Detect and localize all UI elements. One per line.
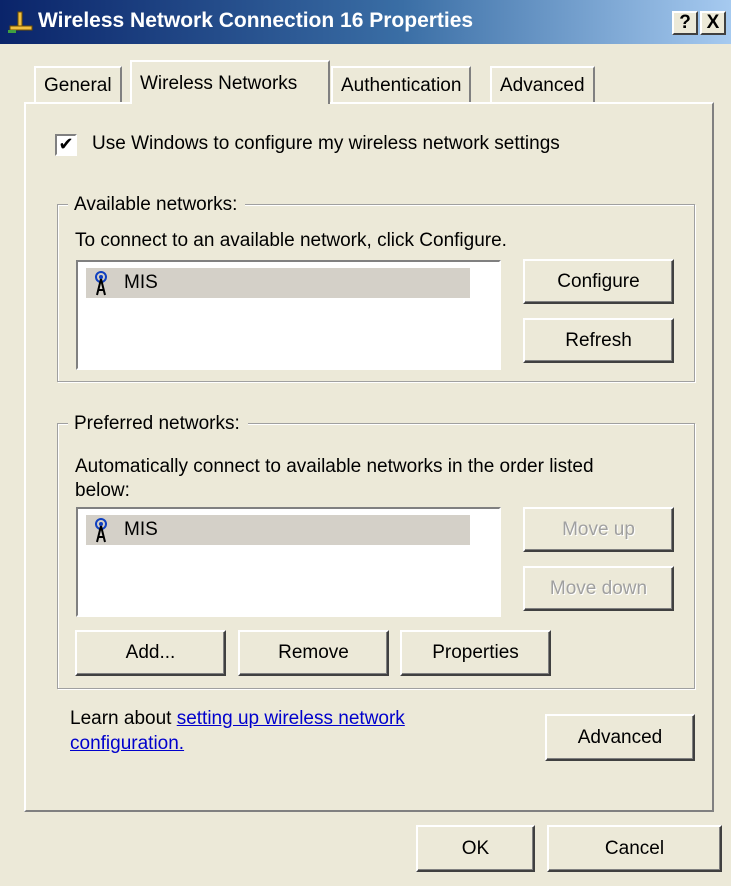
- available-networks-description: To connect to an available network, clic…: [75, 230, 507, 251]
- use-windows-checkbox[interactable]: ✔: [55, 134, 77, 156]
- window-title: Wireless Network Connection 16 Propertie…: [38, 9, 474, 32]
- remove-button[interactable]: Remove: [238, 630, 389, 676]
- use-windows-label[interactable]: Use Windows to configure my wireless net…: [92, 133, 560, 155]
- tab-authentication[interactable]: Authentication: [331, 66, 472, 102]
- learn-about-prefix: Learn about: [70, 708, 177, 729]
- refresh-button[interactable]: Refresh: [523, 318, 674, 363]
- advanced-button[interactable]: Advanced: [545, 714, 695, 761]
- tab-general[interactable]: General: [34, 66, 122, 102]
- learn-about-text: Learn about setting up wireless network …: [70, 706, 490, 756]
- move-up-button[interactable]: Move up: [523, 507, 674, 552]
- tab-advanced[interactable]: Advanced: [490, 66, 595, 102]
- close-button[interactable]: X: [700, 11, 726, 35]
- configure-button[interactable]: Configure: [523, 259, 674, 304]
- properties-button[interactable]: Properties: [400, 630, 551, 676]
- available-networks-legend: Available networks:: [68, 194, 246, 216]
- preferred-networks-description-2: below:: [75, 480, 130, 501]
- preferred-networks-description-1: Automatically connect to available netwo…: [75, 456, 594, 477]
- help-button[interactable]: ?: [672, 11, 698, 35]
- preferred-networks-list[interactable]: MIS: [76, 507, 501, 617]
- wireless-antenna-icon: [95, 271, 107, 296]
- tab-wireless-networks[interactable]: Wireless Networks: [130, 60, 330, 104]
- ok-button[interactable]: OK: [416, 825, 535, 872]
- wireless-antenna-icon: [95, 518, 107, 543]
- move-down-button[interactable]: Move down: [523, 566, 674, 611]
- network-name: MIS: [124, 519, 158, 540]
- network-name: MIS: [124, 272, 158, 293]
- network-connection-icon: [8, 11, 33, 33]
- available-networks-list[interactable]: MIS: [76, 260, 501, 370]
- add-button[interactable]: Add...: [75, 630, 226, 676]
- cancel-button[interactable]: Cancel: [547, 825, 722, 872]
- list-item[interactable]: MIS: [86, 515, 470, 545]
- preferred-networks-legend: Preferred networks:: [68, 413, 248, 435]
- list-item[interactable]: MIS: [86, 268, 470, 298]
